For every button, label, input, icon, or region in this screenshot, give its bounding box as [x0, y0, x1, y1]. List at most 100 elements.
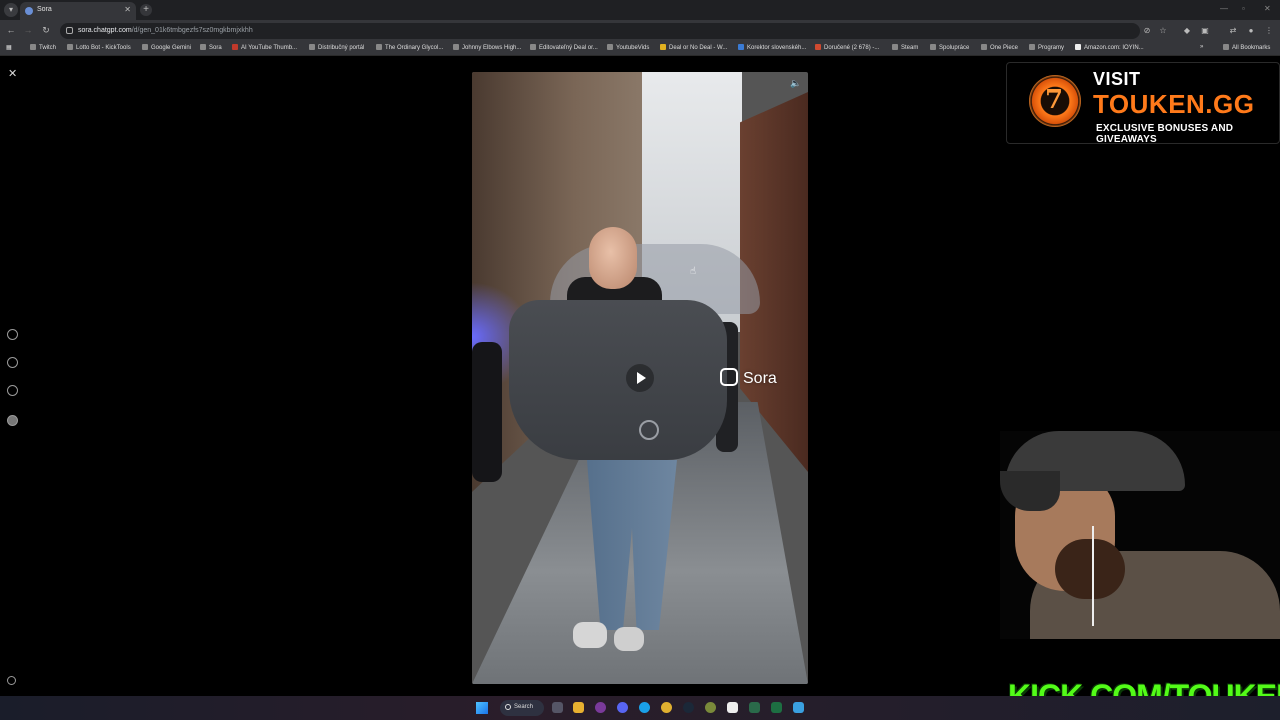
mute-icon[interactable]: 🔈: [790, 78, 801, 89]
screen: ▾ Sora ✕ + — ▫ ✕ ← → ↻ sora.chatgpt.com/…: [0, 0, 1280, 720]
bookmark-item[interactable]: Deal or No Deal - W...: [660, 44, 727, 51]
folder-icon: [607, 44, 613, 50]
notepad-icon[interactable]: [727, 702, 738, 713]
video-frame-shoe: [614, 627, 644, 651]
folder-icon: [1029, 44, 1035, 50]
windows-start-icon[interactable]: [476, 702, 488, 714]
file-explorer-icon[interactable]: [573, 702, 584, 713]
bookmarks-overflow-icon[interactable]: »: [1200, 44, 1203, 50]
bookmarks-bar: ▦ Twitch Lotto Bot - KickTools Google Ge…: [0, 42, 1280, 56]
video-frame-person-left: [472, 342, 502, 482]
url-text: sora.chatgpt.com/d/gen_01k6tmbgezfs7sz0m…: [78, 27, 253, 34]
bookmark-item[interactable]: Spolupráce: [930, 44, 969, 51]
bookmark-favicon-icon: [815, 44, 821, 50]
excel-icon[interactable]: [771, 702, 782, 713]
home-icon[interactable]: [7, 329, 18, 340]
taskbar-search[interactable]: Search: [500, 700, 544, 716]
search-icon: [505, 704, 511, 710]
app-icon[interactable]: [705, 702, 716, 713]
site-info-icon[interactable]: [66, 27, 73, 34]
new-tab-button[interactable]: +: [140, 4, 152, 16]
bookmark-favicon-icon: [738, 44, 744, 50]
taskbar-search-label: Search: [514, 704, 534, 710]
tab-sora[interactable]: Sora ✕: [20, 2, 136, 20]
folder-icon: [981, 44, 987, 50]
app-icon[interactable]: [595, 702, 606, 713]
profile-icon[interactable]: ●: [1246, 26, 1256, 36]
bookmark-favicon-icon: [232, 44, 238, 50]
close-viewer-icon[interactable]: ✕: [8, 67, 17, 80]
bookmark-item[interactable]: One Piece: [981, 44, 1018, 51]
folder-icon: [930, 44, 936, 50]
chrome-icon[interactable]: [661, 702, 672, 713]
bookmark-item[interactable]: Johnny Elbows High...: [453, 44, 521, 51]
cast-icon[interactable]: ⇄: [1228, 26, 1238, 36]
app-icon[interactable]: [793, 702, 804, 713]
folder-icon: [30, 44, 36, 50]
extensions-puzzle-icon[interactable]: ▣: [1200, 26, 1210, 36]
bookmark-item[interactable]: Doručené (2 678) -...: [815, 44, 879, 51]
discord-icon[interactable]: [617, 702, 628, 713]
folder-icon: [892, 44, 898, 50]
maximize-icon[interactable]: ▫: [1242, 4, 1245, 13]
bookmark-item[interactable]: Steam: [892, 44, 918, 51]
bookmark-item[interactable]: Lotto Bot - KickTools: [67, 44, 131, 51]
bookmark-item[interactable]: Distribučný portál: [309, 44, 364, 51]
webcam-beard: [1055, 539, 1125, 599]
bookmark-favicon-icon: [376, 44, 382, 50]
apps-grid-icon[interactable]: ▦: [6, 44, 12, 51]
chip-seven-mark: 7: [1045, 85, 1064, 115]
close-window-icon[interactable]: ✕: [1264, 4, 1271, 13]
video-player[interactable]: 🔈 ☝ Sora: [472, 72, 808, 684]
back-icon[interactable]: ←: [5, 25, 17, 35]
promo-domain: TOUKEN.GG: [1093, 89, 1255, 119]
bookmark-favicon-icon: [200, 44, 206, 50]
bookmark-favicon-icon: [1075, 44, 1081, 50]
bookmark-item[interactable]: AI YouTube Thumb...: [232, 44, 297, 51]
tab-title: Sora: [37, 6, 52, 13]
bookmark-item[interactable]: Editovateľný Deal or...: [530, 44, 598, 51]
webcam-feed: [1000, 431, 1280, 639]
sora-favicon-icon: [25, 7, 33, 15]
webcam-cap-brim: [1000, 471, 1060, 511]
video-frame-car-hood: [509, 300, 727, 460]
bookmark-item[interactable]: The Ordinary Glycol...: [376, 44, 443, 51]
app-icon[interactable]: [749, 702, 760, 713]
bell-icon[interactable]: [7, 385, 18, 396]
promo-visit-label: VISIT: [1093, 69, 1141, 89]
bookmark-item[interactable]: Twitch: [30, 44, 56, 51]
eye-off-icon[interactable]: ⊘: [1142, 26, 1152, 36]
search-icon[interactable]: [7, 357, 18, 368]
bookmark-item[interactable]: YoutubeVids: [607, 44, 649, 51]
bookmark-favicon-icon: [660, 44, 666, 50]
extension-icon[interactable]: ◆: [1182, 26, 1192, 36]
tab-close-icon[interactable]: ✕: [124, 5, 131, 14]
steam-icon[interactable]: [683, 702, 694, 713]
url-host: sora.chatgpt.com: [78, 27, 132, 34]
bookmark-item[interactable]: Sora: [200, 44, 222, 51]
settings-icon[interactable]: [7, 676, 16, 685]
menu-icon[interactable]: ⋮: [1264, 26, 1274, 36]
avatar-icon[interactable]: [7, 415, 18, 426]
address-bar[interactable]: sora.chatgpt.com/d/gen_01k6tmbgezfs7sz0m…: [60, 23, 1167, 39]
promo-banner: 7 VISIT TOUKEN.GG EXCLUSIVE BONUSES AND …: [1006, 62, 1280, 145]
bookmark-favicon-icon: [142, 44, 148, 50]
play-button[interactable]: [626, 364, 654, 392]
tab-strip: ▾ Sora ✕ + — ▫ ✕: [0, 0, 1280, 20]
taskbar: Search: [0, 696, 1280, 720]
edge-icon[interactable]: [639, 702, 650, 713]
tab-search-icon[interactable]: ▾: [4, 3, 18, 17]
touken-chip-logo-icon: 7: [1029, 75, 1081, 127]
play-icon: [637, 372, 646, 384]
reload-icon[interactable]: ↻: [40, 25, 52, 36]
forward-icon[interactable]: →: [22, 25, 34, 35]
task-view-icon[interactable]: [552, 702, 563, 713]
all-bookmarks-button[interactable]: All Bookmarks: [1223, 44, 1270, 51]
bookmark-item[interactable]: Amazon.com: IOYIN...: [1075, 44, 1144, 51]
minimize-icon[interactable]: —: [1220, 4, 1228, 13]
bookmark-item[interactable]: Programy: [1029, 44, 1064, 51]
bookmark-item[interactable]: Google Gemini: [142, 44, 191, 51]
bookmark-star-icon[interactable]: ☆: [1158, 26, 1168, 36]
bookmark-item[interactable]: Korektor slovenskéh...: [738, 44, 806, 51]
bookmark-favicon-icon: [67, 44, 73, 50]
